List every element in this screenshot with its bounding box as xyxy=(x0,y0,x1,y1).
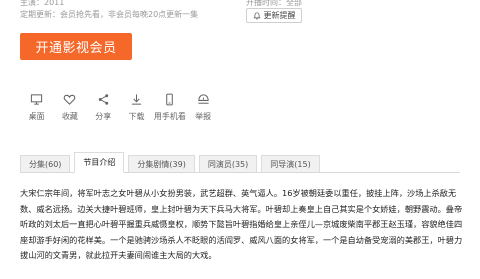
bell-icon xyxy=(252,11,261,19)
tab-episode-plots[interactable]: 分集剧情(39) xyxy=(128,155,195,172)
favorite-label: 收藏 xyxy=(61,112,78,121)
download-icon xyxy=(131,94,142,105)
report-icon xyxy=(197,94,209,104)
tab-same-director[interactable]: 同导演(15) xyxy=(261,155,320,172)
phone-icon xyxy=(166,93,174,106)
watch-on-phone-label: 用手机看 xyxy=(153,112,186,121)
favorite-button[interactable]: 收藏 xyxy=(53,93,86,122)
tab-program-intro[interactable]: 节目介绍 xyxy=(74,152,125,173)
add-to-desktop-button[interactable]: 桌面 xyxy=(20,93,53,122)
heart-icon xyxy=(64,94,76,105)
tab-episodes[interactable]: 分集(60) xyxy=(20,155,71,172)
update-reminder-button[interactable]: 更新提醒 xyxy=(246,8,302,23)
tab-same-actors[interactable]: 同演员(35) xyxy=(198,155,258,172)
share-button[interactable]: 分享 xyxy=(87,93,120,122)
update-reminder-label: 更新提醒 xyxy=(263,11,296,20)
air-time-text: 开播时间：全部 xyxy=(246,0,302,7)
report-button[interactable]: 举报 xyxy=(186,93,219,122)
download-button[interactable]: 下载 xyxy=(120,93,153,122)
open-vip-membership-button[interactable]: 开通影视会员 xyxy=(20,33,132,60)
desktop-label: 桌面 xyxy=(28,112,45,121)
program-description: 大宋仁宗年间，将军叶志之女叶碧从小女扮男装，武艺超群、英气逼人。16岁被朝廷委以… xyxy=(20,188,463,260)
monitor-icon xyxy=(31,94,43,105)
share-label: 分享 xyxy=(95,112,112,121)
download-label: 下载 xyxy=(128,112,145,121)
action-bar: 桌面 收藏 分享 下载 用手机看 举报 xyxy=(20,93,220,122)
share-icon xyxy=(98,94,108,105)
report-label: 举报 xyxy=(195,112,212,121)
cast-text: 主演：2011 xyxy=(20,0,65,7)
update-schedule-text: 定期更新：会员抢先看，非会员每晚20点更新一集 xyxy=(20,10,199,19)
detail-tab-bar: 分集(60) 节目介绍 分集剧情(39) 同演员(35) 同导演(15) xyxy=(20,152,460,173)
watch-on-phone-button[interactable]: 用手机看 xyxy=(153,93,186,122)
